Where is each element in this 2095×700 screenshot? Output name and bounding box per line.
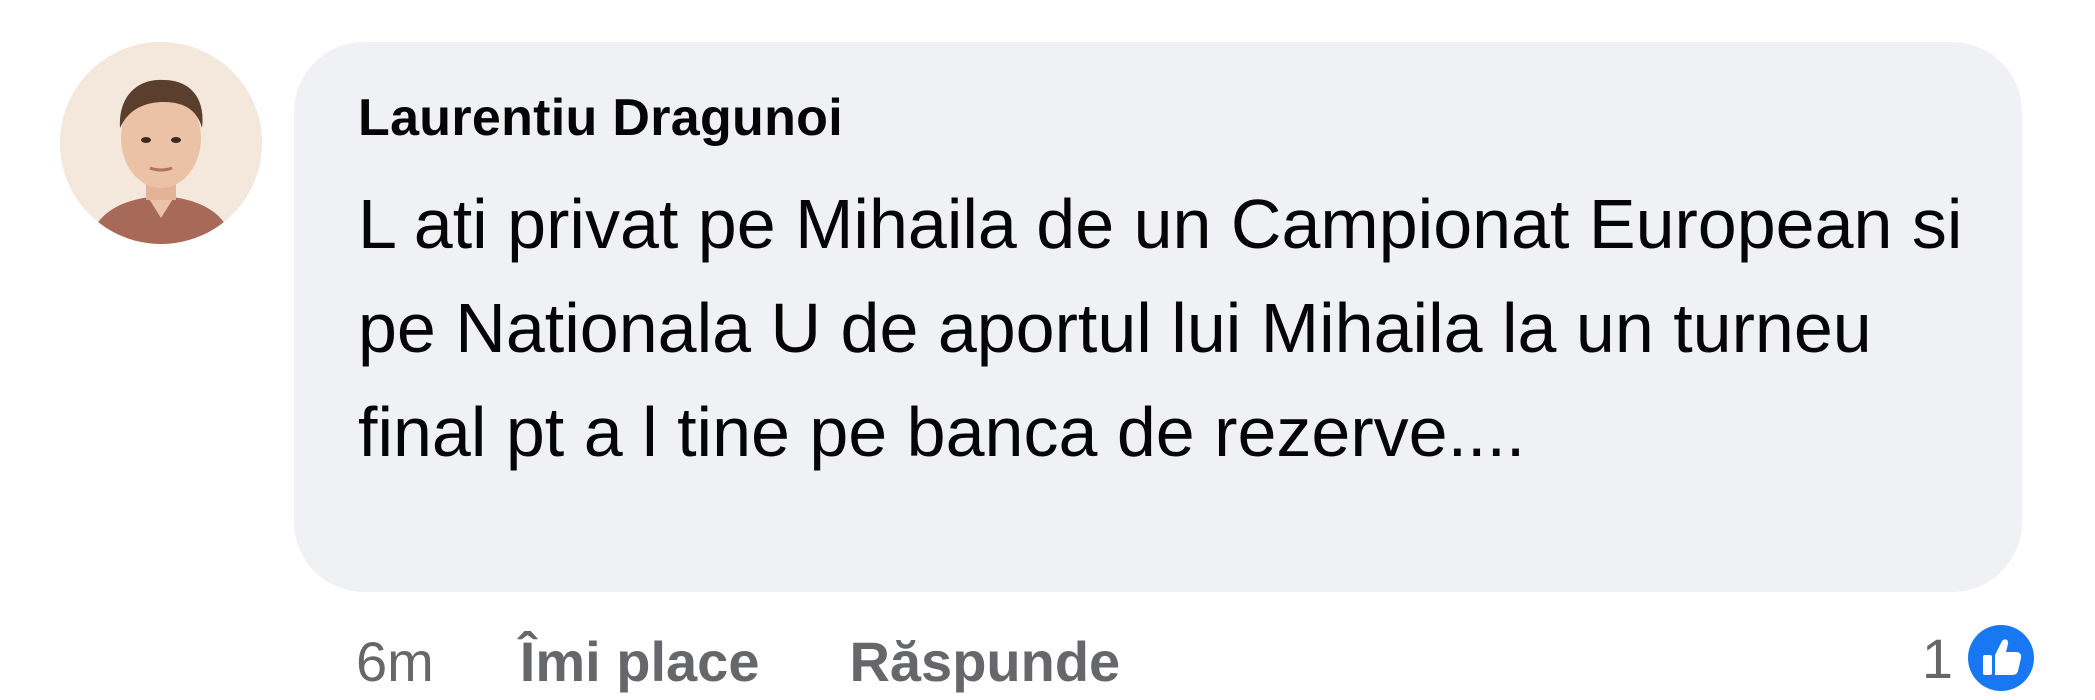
reaction-count: 1 [1921, 626, 1953, 690]
reactions-summary[interactable]: 1 [1922, 620, 2039, 696]
comment-bubble: Laurentiu Dragunoi L ati privat pe Mihai… [294, 42, 2022, 592]
comment-text: L ati privat pe Mihaila de un Campionat … [358, 185, 1963, 471]
like-badge [1963, 620, 2039, 696]
thumbs-up-icon [1968, 625, 2034, 691]
like-button[interactable]: Îmi place [520, 629, 760, 694]
comment-timestamp[interactable]: 6m [356, 629, 434, 694]
user-avatar-icon [60, 42, 262, 244]
comment-author[interactable]: Laurentiu Dragunoi [358, 92, 1958, 144]
avatar[interactable] [60, 42, 262, 244]
reply-button[interactable]: Răspunde [849, 629, 1120, 694]
comment-actions: 6m Îmi place Răspunde [356, 626, 1120, 696]
comment: Laurentiu Dragunoi L ati privat pe Mihai… [0, 0, 2095, 700]
